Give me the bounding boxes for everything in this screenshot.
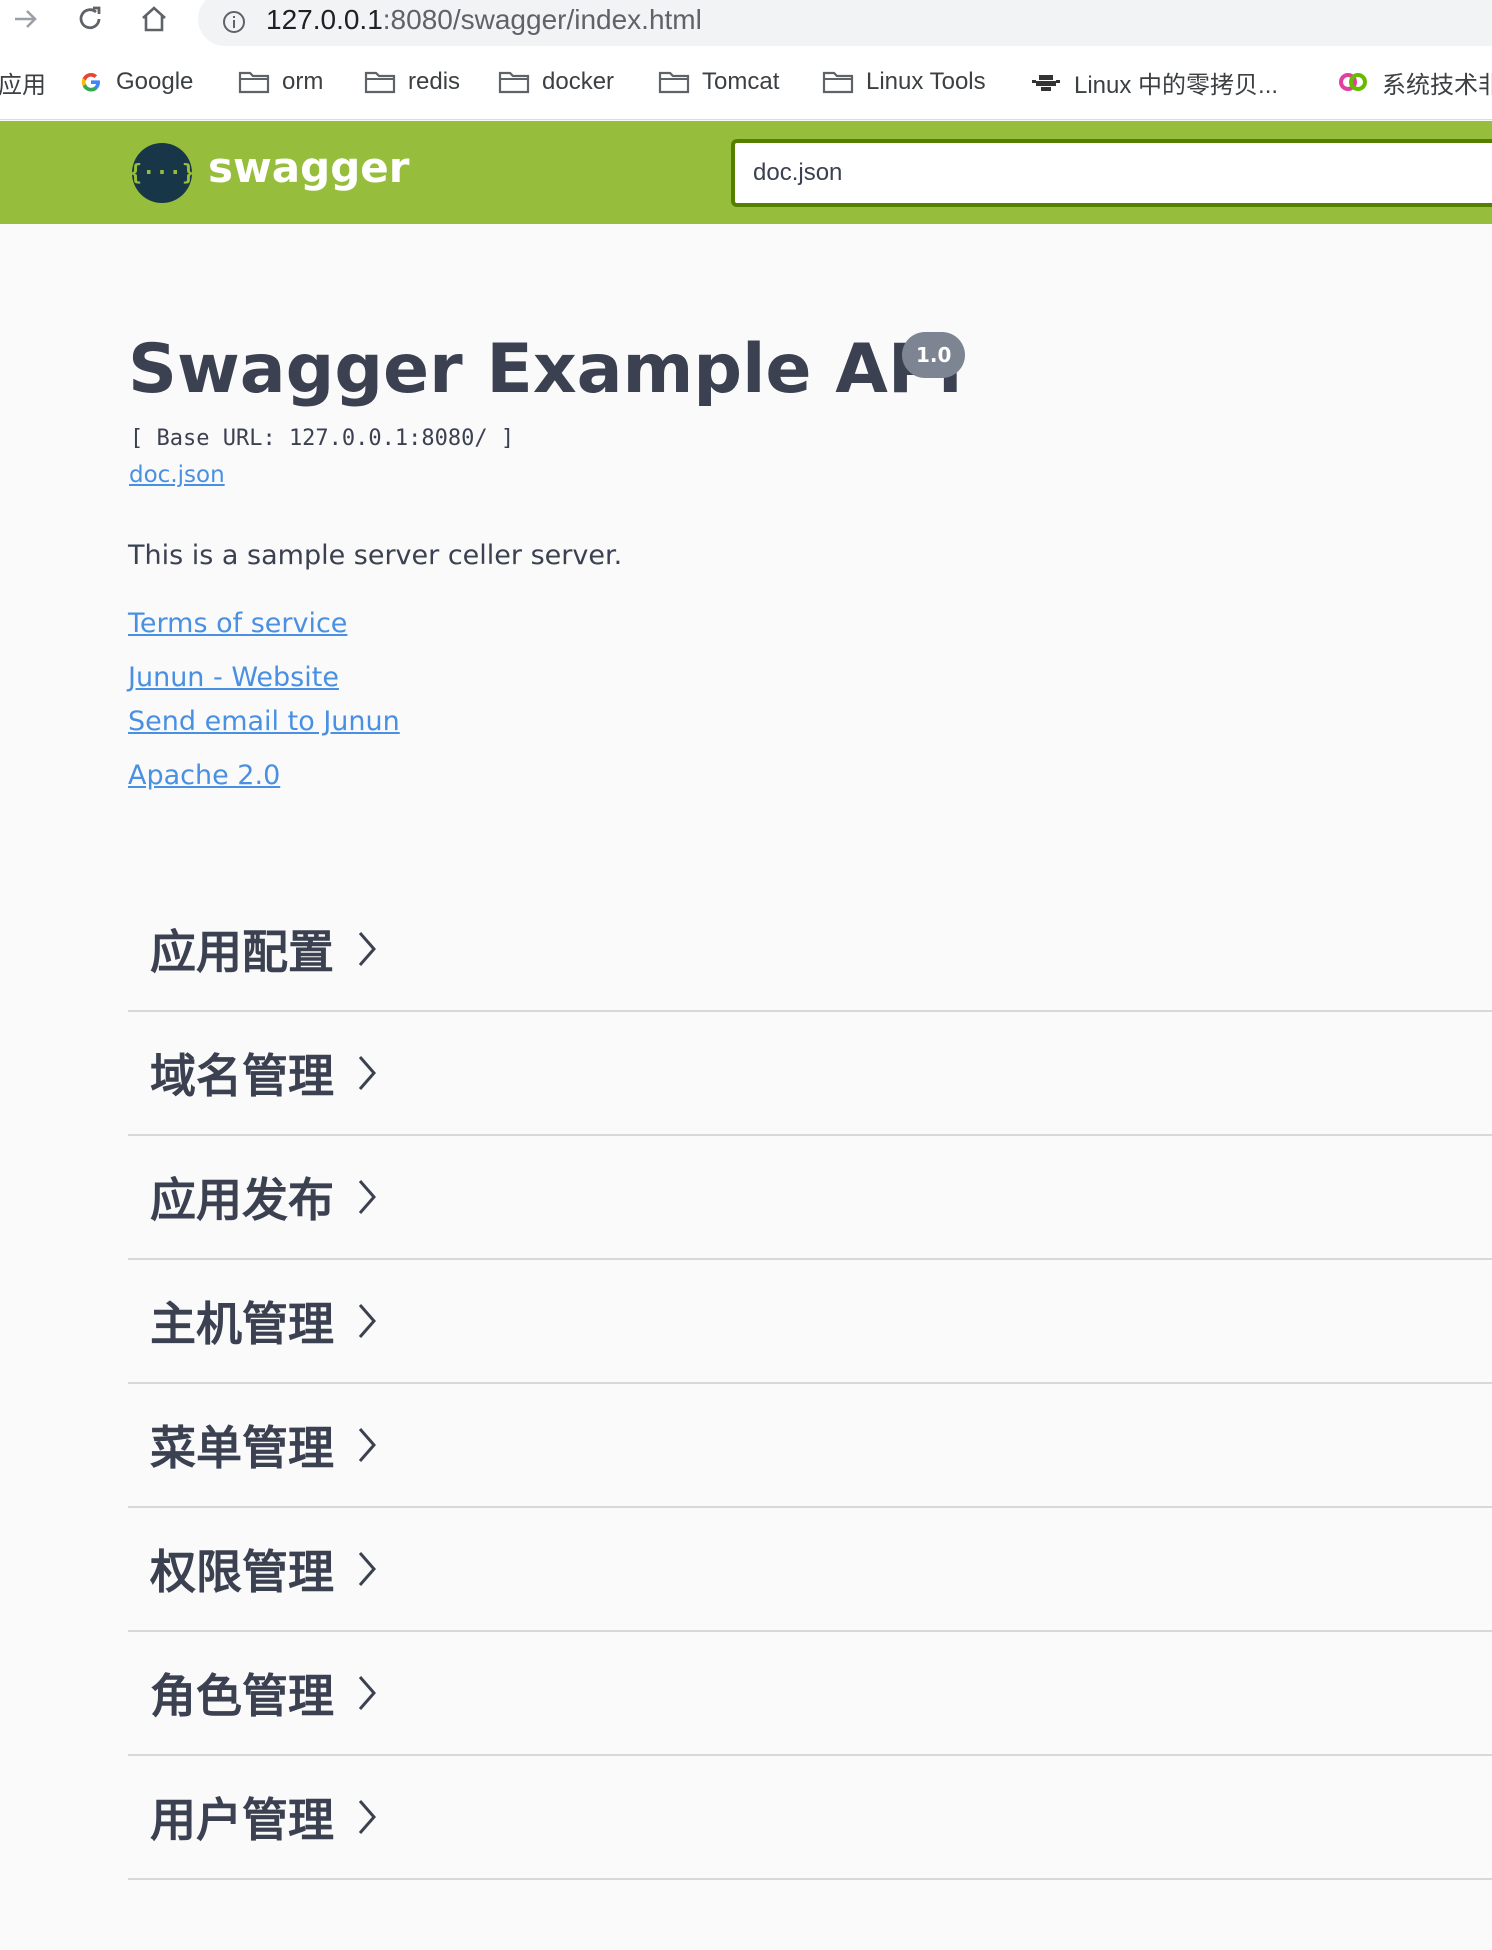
- tag-section[interactable]: 主机管理: [128, 1260, 1492, 1384]
- bookmark-linux-tools[interactable]: Linux Tools: [822, 60, 986, 104]
- bookmark-zero-copy[interactable]: Linux 中的零拷贝...: [1030, 60, 1278, 104]
- bookmark-google[interactable]: Google: [78, 60, 193, 104]
- license-link[interactable]: Apache 2.0: [128, 760, 280, 791]
- reload-icon: [79, 6, 101, 30]
- bookmark-label: Tomcat: [702, 68, 780, 95]
- bookmark-label: 系统技术非: [1382, 71, 1492, 99]
- browser-chrome: 127.0.0.1:8080/swagger/index.html 应用 Goo…: [0, 0, 1492, 120]
- tag-label: 权限管理: [150, 1545, 334, 1599]
- tag-section[interactable]: 应用发布: [128, 1136, 1492, 1260]
- chevron-right-icon[interactable]: [356, 929, 386, 969]
- base-url: [ Base URL: 127.0.0.1:8080/ ]: [130, 426, 515, 451]
- address-bar[interactable]: 127.0.0.1:8080/swagger/index.html: [198, 0, 1492, 46]
- tag-section[interactable]: 应用配置: [128, 888, 1492, 1012]
- api-description: This is a sample server celler server.: [128, 540, 623, 571]
- bookmarks-bar: 应用 Google orm redis docker Tomcat Linux …: [0, 60, 1492, 104]
- terms-of-service-link[interactable]: Terms of service: [128, 608, 347, 639]
- tag-label: 菜单管理: [150, 1421, 334, 1475]
- contact-email-link[interactable]: Send email to Junun: [128, 706, 400, 737]
- chevron-right-icon[interactable]: [356, 1797, 386, 1837]
- tag-section[interactable]: 权限管理: [128, 1508, 1492, 1632]
- folder-icon: [238, 71, 270, 94]
- tag-section[interactable]: 菜单管理: [128, 1384, 1492, 1508]
- tag-label: 应用配置: [150, 925, 334, 979]
- info-icon[interactable]: [222, 10, 246, 34]
- folder-icon: [658, 71, 690, 94]
- swagger-logo-icon[interactable]: {···}: [129, 143, 195, 203]
- tag-section[interactable]: 角色管理: [128, 1632, 1492, 1756]
- tag-section[interactable]: 域名管理: [128, 1012, 1492, 1136]
- site-icon: [1032, 75, 1060, 91]
- site-icon: [1339, 73, 1367, 91]
- swagger-topbar: {···} swagger doc.json: [0, 121, 1492, 224]
- google-icon: [81, 73, 100, 92]
- folder-icon: [364, 71, 396, 94]
- forward-button[interactable]: [4, 0, 48, 38]
- bookmark-apps[interactable]: 应用: [0, 60, 46, 104]
- bookmark-tech[interactable]: 系统技术非: [1336, 60, 1492, 104]
- url-path: :8080/swagger/index.html: [382, 4, 702, 35]
- spec-url-input[interactable]: doc.json: [731, 139, 1492, 207]
- chevron-right-icon[interactable]: [356, 1425, 386, 1465]
- chevron-right-icon[interactable]: [356, 1301, 386, 1341]
- tag-label: 主机管理: [150, 1297, 334, 1351]
- home-button[interactable]: [132, 0, 176, 38]
- reload-button[interactable]: [68, 0, 112, 38]
- chevron-right-icon[interactable]: [356, 1177, 386, 1217]
- home-icon: [142, 6, 166, 32]
- tag-label: 应用发布: [150, 1173, 334, 1227]
- chevron-right-icon[interactable]: [356, 1053, 386, 1093]
- tag-sections: 应用配置 域名管理 应用发布 主机管理 菜单管理 权限管理 角色管理 用户管理: [128, 888, 1492, 1880]
- url-text[interactable]: 127.0.0.1:8080/swagger/index.html: [266, 4, 702, 36]
- forward-arrow-icon: [15, 10, 37, 28]
- bookmark-label: Google: [116, 68, 194, 95]
- bookmark-label: orm: [282, 68, 324, 95]
- bookmark-orm[interactable]: orm: [238, 60, 323, 104]
- url-host: 127.0.0.1: [266, 4, 383, 35]
- swagger-logo-text[interactable]: swagger: [208, 143, 409, 192]
- tag-label: 域名管理: [150, 1049, 334, 1103]
- chevron-right-icon[interactable]: [356, 1549, 386, 1589]
- bookmark-redis[interactable]: redis: [364, 60, 460, 104]
- bookmark-label: docker: [542, 68, 615, 95]
- spec-link[interactable]: doc.json: [129, 462, 225, 488]
- contact-website-link[interactable]: Junun - Website: [128, 662, 339, 693]
- bookmark-label: redis: [408, 68, 461, 95]
- bookmark-label: Linux 中的零拷贝...: [1074, 71, 1279, 99]
- folder-icon: [498, 71, 530, 94]
- api-title: Swagger Example API: [128, 330, 963, 409]
- version-badge: 1.0: [902, 332, 966, 378]
- bookmark-label: 应用: [0, 71, 46, 99]
- bookmark-label: Linux Tools: [866, 68, 986, 95]
- tag-section[interactable]: 用户管理: [128, 1756, 1492, 1880]
- folder-icon: [822, 71, 854, 94]
- tag-label: 角色管理: [150, 1669, 334, 1723]
- bookmark-docker[interactable]: docker: [498, 60, 614, 104]
- bookmark-tomcat[interactable]: Tomcat: [658, 60, 779, 104]
- tag-label: 用户管理: [150, 1793, 334, 1847]
- chevron-right-icon[interactable]: [356, 1673, 386, 1713]
